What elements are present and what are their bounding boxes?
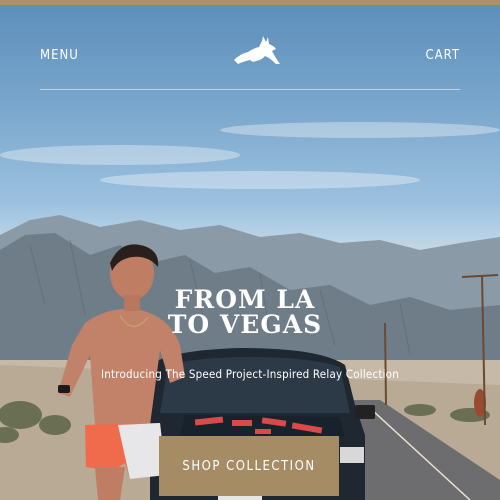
site-header: MENU CART — [40, 36, 461, 90]
jackrabbit-logo-icon[interactable] — [232, 34, 282, 68]
cart-button[interactable]: CART — [426, 48, 461, 63]
hero-title-line-1: FROM LA — [174, 285, 316, 314]
hero-subtitle: Introducing The Speed Project-Inspired R… — [101, 367, 399, 381]
menu-button[interactable]: MENU — [40, 48, 79, 63]
hero-title-line-2: TO VEGAS — [167, 310, 323, 339]
header-divider — [40, 89, 460, 90]
shop-collection-button[interactable]: SHOP COLLECTION — [159, 436, 339, 496]
hero-title: FROM LA TO VEGAS — [100, 287, 390, 337]
